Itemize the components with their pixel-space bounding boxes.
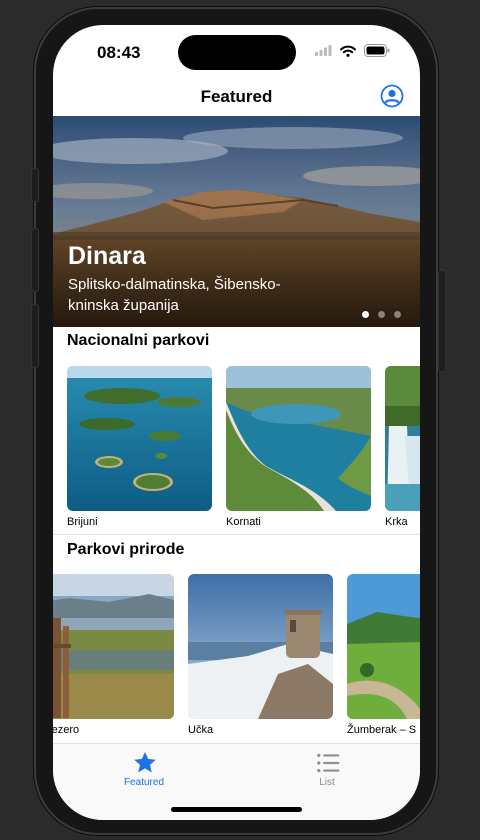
status-time: 08:43 bbox=[97, 43, 141, 62]
status-icons bbox=[315, 44, 390, 57]
section-title-national-parks: Nacionalni parkovi bbox=[67, 332, 210, 349]
hero-carousel[interactable]: Dinara Splitsko-dalmatinska, Šibensko-kn… bbox=[53, 116, 420, 327]
park-card-label: Brijuni bbox=[67, 516, 98, 528]
navigation-bar: Featured bbox=[53, 81, 420, 117]
park-card-image bbox=[385, 366, 420, 511]
park-card-vransko-jezero[interactable]: sko jezero bbox=[53, 574, 174, 736]
volume-up-button bbox=[31, 228, 39, 292]
nature-parks-carousel[interactable]: sko jezero Učka bbox=[53, 574, 420, 742]
park-card-image bbox=[188, 574, 333, 719]
page-dot[interactable] bbox=[394, 311, 401, 318]
park-card-image bbox=[53, 574, 174, 719]
signal-icon bbox=[315, 45, 332, 56]
park-card-image bbox=[226, 366, 371, 511]
tab-list[interactable]: List bbox=[267, 744, 387, 804]
nav-title: Featured bbox=[200, 87, 273, 106]
list-icon bbox=[317, 753, 340, 773]
park-card-label: Učka bbox=[188, 724, 214, 736]
tab-label: Featured bbox=[123, 777, 165, 788]
page-dot[interactable] bbox=[362, 311, 369, 318]
section-title-nature-parks: Parkovi prirode bbox=[67, 541, 185, 558]
home-indicator[interactable] bbox=[171, 807, 302, 812]
hero-subtitle: Splitsko-dalmatinska, Šibensko-kninska ž… bbox=[68, 276, 281, 314]
power-button bbox=[438, 270, 446, 372]
star-icon bbox=[134, 751, 156, 773]
volume-down-button bbox=[31, 304, 39, 368]
app-screen: 08:43 Featured Dinara Splitsko-dalmatins… bbox=[53, 25, 420, 820]
park-card-label: Žumberak – S bbox=[347, 724, 417, 736]
profile-icon[interactable] bbox=[380, 84, 404, 108]
status-bar: 08:43 bbox=[53, 25, 420, 81]
park-card-kornati[interactable]: Kornati bbox=[226, 366, 371, 528]
park-card-zumberak[interactable]: Žumberak – S bbox=[347, 574, 420, 736]
tab-label: List bbox=[319, 777, 335, 788]
page-dot[interactable] bbox=[378, 311, 385, 318]
dynamic-island bbox=[178, 35, 296, 70]
mute-switch bbox=[31, 168, 39, 202]
park-card-label: Kornati bbox=[226, 516, 261, 528]
section-divider bbox=[53, 534, 420, 535]
park-card-ucka[interactable]: Učka bbox=[188, 574, 333, 736]
park-card-image bbox=[67, 366, 212, 511]
wifi-icon bbox=[340, 45, 356, 57]
battery-icon bbox=[364, 44, 390, 57]
park-card-image bbox=[347, 574, 420, 719]
park-card-label: Krka bbox=[385, 516, 408, 528]
park-card-label: sko jezero bbox=[53, 724, 80, 736]
park-card-brijuni[interactable]: Brijuni bbox=[67, 366, 212, 528]
national-parks-carousel[interactable]: Brijuni Kornati Krka bbox=[53, 366, 420, 534]
tab-featured[interactable]: Featured bbox=[84, 744, 204, 804]
page-indicator[interactable] bbox=[362, 311, 401, 318]
hero-title: Dinara bbox=[68, 242, 146, 270]
park-card-krka[interactable]: Krka bbox=[385, 366, 420, 528]
